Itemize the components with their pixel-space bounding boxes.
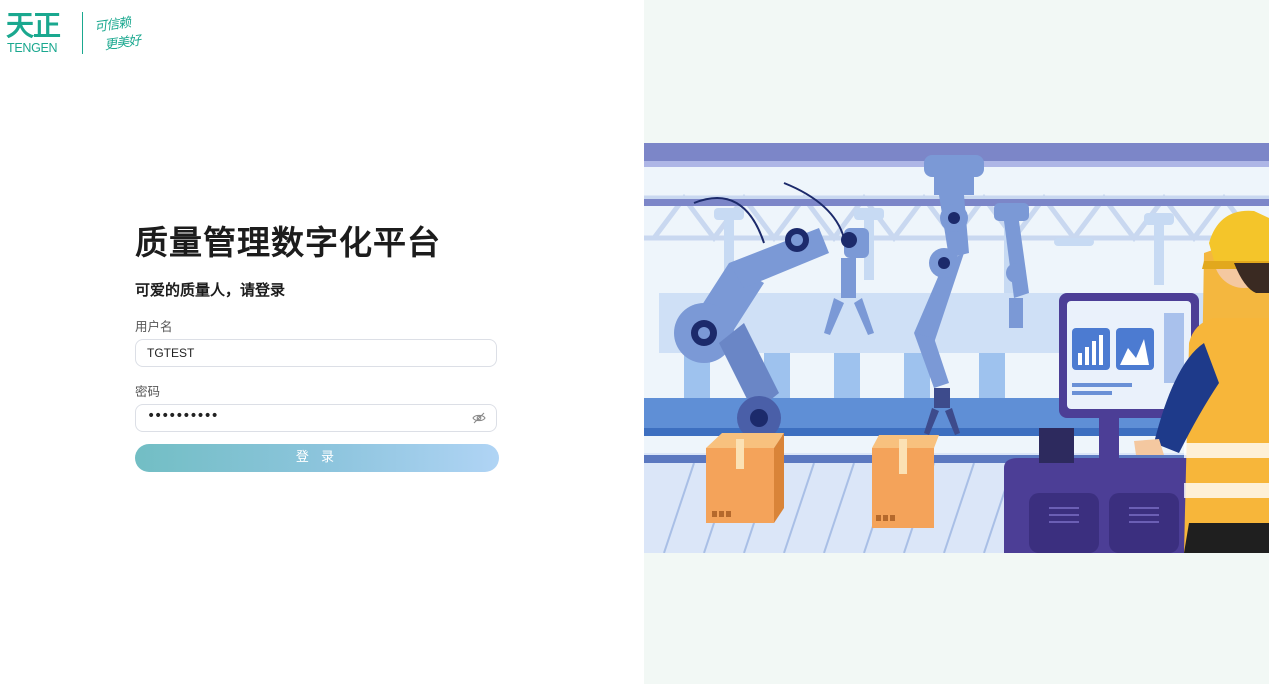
brand-name-cn: 天正 <box>6 9 61 42</box>
login-button[interactable]: 登 录 <box>135 444 499 472</box>
brand-name-en: TENGEN <box>7 41 58 55</box>
username-input[interactable]: TGTEST <box>135 339 497 367</box>
eye-off-icon[interactable] <box>472 412 486 424</box>
brand-logo: 天正 TENGEN 可信赖 更美好 <box>6 10 156 56</box>
username-label: 用户名 <box>135 319 173 334</box>
logo-divider <box>82 12 83 54</box>
password-value: •••••••••• <box>147 408 219 424</box>
page-title: 质量管理数字化平台 <box>135 223 441 262</box>
login-panel: 天正 TENGEN 可信赖 更美好 质量管理数字化平台 可爱的质量人，请登录 用… <box>0 0 644 684</box>
brand-slogan: 可信赖 更美好 <box>92 10 154 56</box>
factory-illustration <box>644 143 1269 553</box>
username-value: TGTEST <box>147 346 195 360</box>
password-input[interactable]: •••••••••• <box>135 404 497 432</box>
password-label: 密码 <box>135 384 161 399</box>
illustration-panel <box>644 0 1269 684</box>
login-subtitle: 可爱的质量人，请登录 <box>135 281 286 299</box>
slogan-line-2: 更美好 <box>103 33 142 54</box>
